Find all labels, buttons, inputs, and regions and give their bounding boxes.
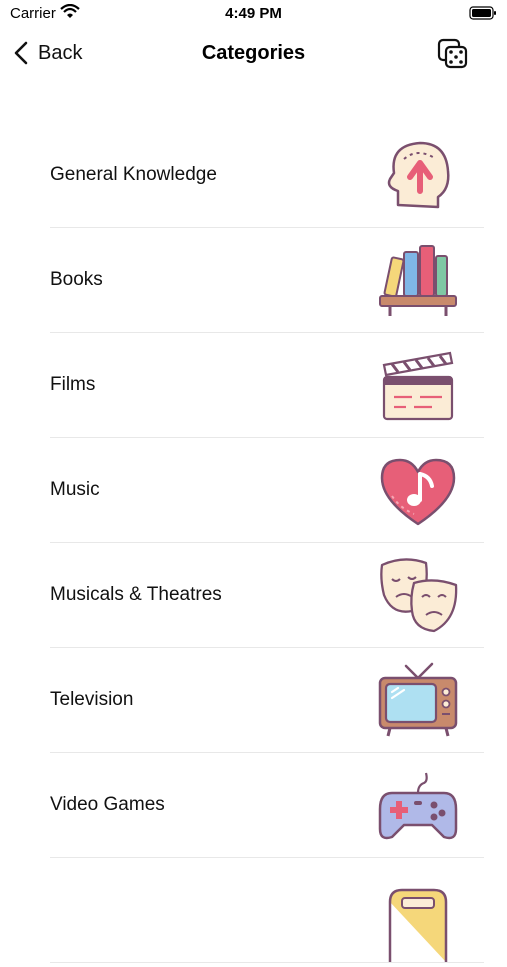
category-label: Music [50, 479, 100, 500]
category-list: General Knowledge Books Films Music Musi… [50, 123, 484, 963]
category-label: Books [50, 269, 103, 290]
status-time: 4:49 PM [225, 5, 282, 22]
retro-tv-icon [376, 658, 460, 742]
bookshelf-icon [376, 238, 460, 322]
theatre-masks-icon [376, 553, 460, 637]
gamepad-icon [376, 763, 460, 847]
dice-icon [437, 38, 468, 69]
category-row-video-games[interactable]: Video Games [50, 753, 484, 858]
page-title: Categories [201, 42, 306, 64]
category-row-general-knowledge[interactable]: General Knowledge [50, 123, 484, 228]
category-label: Television [50, 689, 134, 710]
category-row-music[interactable]: Music [50, 438, 484, 543]
random-dice-button[interactable] [437, 38, 469, 70]
category-label: General Knowledge [50, 164, 217, 185]
clapperboard-icon [376, 343, 460, 427]
category-label: Films [50, 374, 96, 395]
category-row-musicals-theatres[interactable]: Musicals & Theatres [50, 543, 484, 648]
category-label: Video Games [50, 794, 165, 815]
status-bar: Carrier 4:49 PM [0, 0, 507, 28]
head-arrow-up-icon [376, 133, 460, 217]
category-row-television[interactable]: Television [50, 648, 484, 753]
partial-category-icon [376, 878, 460, 962]
category-row-books[interactable]: Books [50, 228, 484, 333]
category-row-films[interactable]: Films [50, 333, 484, 438]
navigation-bar: Back Categories [0, 30, 507, 74]
category-row-partial[interactable] [50, 858, 484, 963]
heart-music-note-icon [376, 448, 460, 532]
battery-icon [469, 6, 497, 25]
category-label: Musicals & Theatres [50, 584, 222, 605]
